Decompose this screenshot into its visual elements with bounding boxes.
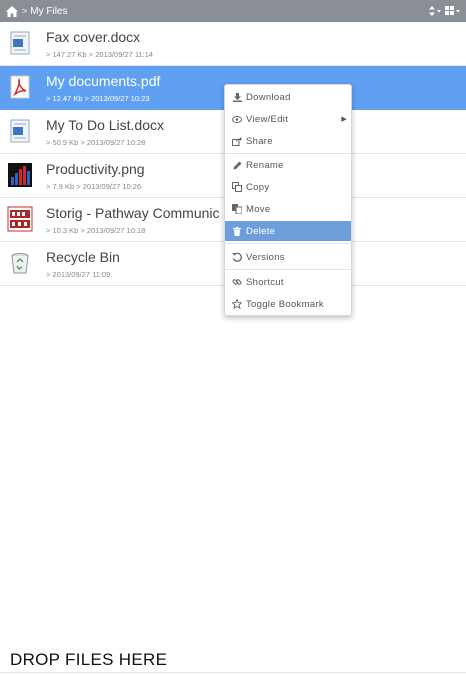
trash-icon — [231, 226, 243, 236]
recycle-bin-icon — [7, 250, 33, 276]
file-name[interactable]: Storig - Pathway Communic — [46, 205, 220, 221]
move-icon — [231, 204, 243, 214]
link-icon — [231, 277, 243, 287]
menu-divider — [225, 153, 351, 154]
file-name[interactable]: My To Do List.docx — [46, 117, 164, 133]
menu-item-view-edit[interactable]: View/Edit ▶ — [225, 109, 351, 129]
storig-logo-icon — [7, 206, 33, 232]
word-doc-icon — [7, 30, 33, 56]
file-meta: > 147.27 Kb > 2013/09/27 11:14 — [46, 50, 154, 59]
file-meta: > 12.47 Kb > 2013/09/27 10:23 — [46, 94, 150, 103]
breadcrumb-separator: > — [22, 6, 28, 16]
menu-item-rename[interactable]: Rename — [225, 155, 351, 175]
grid-view-icon[interactable] — [445, 6, 460, 16]
menu-item-versions[interactable]: Versions — [225, 247, 351, 267]
file-meta: > 2013/09/27 11:09 — [46, 270, 111, 279]
menu-item-delete[interactable]: Delete — [225, 221, 351, 241]
eye-icon — [231, 115, 243, 123]
file-name[interactable]: Productivity.png — [46, 161, 145, 177]
file-row[interactable]: Fax cover.docx > 147.27 Kb > 2013/09/27 … — [0, 22, 466, 66]
pdf-icon — [7, 74, 33, 100]
menu-item-shortcut[interactable]: Shortcut — [225, 272, 351, 292]
menu-item-copy[interactable]: Copy — [225, 177, 351, 197]
file-name[interactable]: My documents.pdf — [46, 73, 160, 89]
context-menu: Download View/Edit ▶ Share Rename Copy M… — [224, 84, 352, 316]
pencil-icon — [231, 161, 243, 170]
sort-icon[interactable] — [429, 6, 441, 16]
home-icon[interactable] — [6, 5, 20, 17]
menu-item-move[interactable]: Move — [225, 199, 351, 219]
star-icon — [231, 299, 243, 309]
drop-zone-divider — [0, 672, 466, 673]
file-name[interactable]: Fax cover.docx — [46, 29, 140, 45]
history-icon — [231, 252, 243, 262]
menu-item-share[interactable]: Share — [225, 131, 351, 151]
menu-item-download[interactable]: Download — [225, 87, 351, 107]
menu-divider — [225, 243, 351, 244]
top-bar: > My Files — [0, 0, 466, 22]
drop-files-zone[interactable]: DROP FILES HERE — [10, 650, 167, 670]
breadcrumb-my-files[interactable]: My Files — [30, 6, 67, 17]
word-doc-icon — [7, 118, 33, 144]
file-name[interactable]: Recycle Bin — [46, 249, 120, 265]
download-icon — [231, 92, 243, 102]
file-meta: > 10.3 Kb > 2013/09/27 10:18 — [46, 226, 146, 235]
file-meta: > 7.9 Kb > 2013/09/27 10:26 — [46, 182, 142, 191]
menu-item-toggle-bookmark[interactable]: Toggle Bookmark — [225, 294, 351, 314]
image-chart-icon — [7, 162, 33, 188]
file-meta: > 50.9 Kb > 2013/09/27 10:28 — [46, 138, 146, 147]
submenu-arrow-icon: ▶ — [341, 116, 347, 123]
menu-divider — [225, 269, 351, 270]
share-icon — [231, 136, 243, 146]
copy-icon — [231, 182, 243, 192]
